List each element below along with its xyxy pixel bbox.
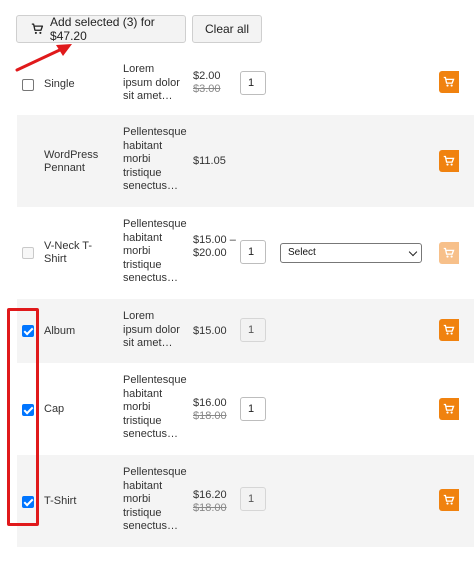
row-checkbox[interactable] xyxy=(22,79,34,91)
product-price: $15.00 xyxy=(193,325,239,338)
product-description: Pellentesque habitant morbi tristique se… xyxy=(123,218,187,284)
product-price: $16.20 $18.00 xyxy=(193,489,239,515)
add-to-cart-button[interactable] xyxy=(439,398,459,420)
product-name[interactable]: WordPress Pennant xyxy=(44,149,114,175)
current-price: $11.05 xyxy=(193,155,226,167)
cart-icon xyxy=(31,23,44,34)
product-price: $16.00 $18.00 xyxy=(193,397,239,423)
add-to-cart-icon xyxy=(443,76,455,87)
clear-all-button[interactable]: Clear all xyxy=(192,15,262,43)
table-row: Cap Pellentesque habitant morbi tristiqu… xyxy=(17,363,474,455)
add-to-cart-button[interactable] xyxy=(439,242,459,264)
annotation-highlight-box xyxy=(7,308,39,526)
variation-select[interactable]: Select xyxy=(280,243,422,263)
quantity-input[interactable]: 1 xyxy=(240,487,266,511)
quantity-input[interactable]: 1 xyxy=(240,397,266,421)
current-price: $15.00 – $20.00 xyxy=(193,234,236,259)
table-row: V-Neck T-Shirt Pellentesque habitant mor… xyxy=(17,207,474,299)
current-price: $16.20 xyxy=(193,489,227,501)
current-price: $2.00 xyxy=(193,70,221,82)
add-to-cart-button[interactable] xyxy=(439,71,459,93)
product-price: $15.00 – $20.00 xyxy=(193,234,239,260)
table-row: Single Lorem ipsum dolor sit amet… $2.00… xyxy=(17,60,474,115)
product-name[interactable]: T-Shirt xyxy=(44,495,114,508)
add-to-cart-icon xyxy=(443,494,455,505)
product-description: Lorem ipsum dolor sit amet… xyxy=(123,310,180,349)
product-description: Pellentesque habitant morbi tristique se… xyxy=(123,466,187,532)
product-price: $2.00 $3.00 xyxy=(193,70,239,96)
table-row: Album Lorem ipsum dolor sit amet… $15.00… xyxy=(17,299,474,363)
add-to-cart-button[interactable] xyxy=(439,489,459,511)
product-price: $11.05 xyxy=(193,155,239,168)
old-price: $18.00 xyxy=(193,502,227,514)
old-price: $3.00 xyxy=(193,83,221,95)
product-name[interactable]: Album xyxy=(44,325,114,338)
old-price: $18.00 xyxy=(193,410,227,422)
product-description: Lorem ipsum dolor sit amet… xyxy=(123,63,180,102)
add-to-cart-button[interactable] xyxy=(439,150,459,172)
current-price: $16.00 xyxy=(193,397,227,409)
row-checkbox[interactable] xyxy=(22,247,34,259)
add-selected-button[interactable]: Add selected (3) for $47.20 xyxy=(16,15,186,43)
add-to-cart-icon xyxy=(443,247,455,258)
quantity-input[interactable]: 1 xyxy=(240,240,266,264)
add-to-cart-icon xyxy=(443,324,455,335)
variation-select-value: Select xyxy=(288,247,316,258)
add-selected-label: Add selected (3) for $47.20 xyxy=(50,15,155,43)
clear-all-label: Clear all xyxy=(204,22,249,36)
table-row: T-Shirt Pellentesque habitant morbi tris… xyxy=(17,455,474,547)
product-name[interactable]: V-Neck T-Shirt xyxy=(44,240,114,266)
current-price: $15.00 xyxy=(193,325,227,337)
product-name[interactable]: Single xyxy=(44,78,114,91)
quantity-input[interactable]: 1 xyxy=(240,71,266,95)
product-description: Pellentesque habitant morbi tristique se… xyxy=(123,126,187,192)
table-row: WordPress Pennant Pellentesque habitant … xyxy=(17,115,474,207)
product-name[interactable]: Cap xyxy=(44,403,114,416)
chevron-down-icon xyxy=(408,247,418,257)
add-to-cart-icon xyxy=(443,155,455,166)
add-to-cart-button[interactable] xyxy=(439,319,459,341)
product-description: Pellentesque habitant morbi tristique se… xyxy=(123,374,187,440)
quantity-input[interactable]: 1 xyxy=(240,318,266,342)
add-to-cart-icon xyxy=(443,403,455,414)
